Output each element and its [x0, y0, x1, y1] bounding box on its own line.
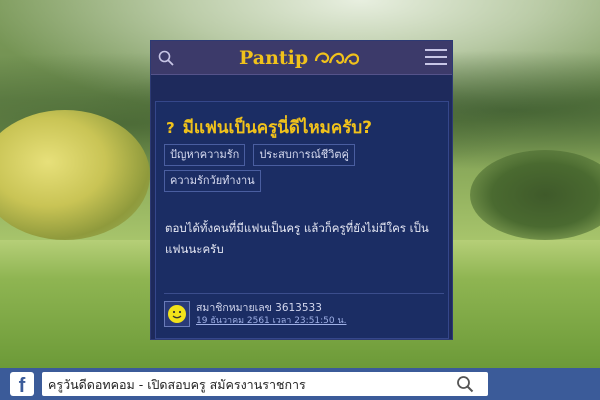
tag-love-problem[interactable]: ปัญหาความรัก	[164, 144, 246, 166]
divider	[164, 293, 444, 294]
hamburger-menu-icon[interactable]	[425, 49, 447, 65]
facebook-search-text: ครูวันดีดอทคอม - เปิดสอบครู สมัครงานราชก…	[48, 377, 306, 392]
author-info: สมาชิกหมายเลข 3613533 19 ธันวาคม 2561 เว…	[196, 302, 347, 327]
logo-mark-icon	[315, 52, 360, 65]
tag-couple-experience[interactable]: ประสบการณ์ชีวิตคู่	[253, 144, 355, 166]
post-timestamp[interactable]: 19 ธันวาคม 2561 เวลา 23:51:50 น.	[196, 315, 347, 327]
question-icon: ?	[166, 118, 175, 137]
pantip-logo[interactable]: Pantip	[239, 45, 362, 71]
facebook-search-field[interactable]: ครูวันดีดอทคอม - เปิดสอบครู สมัครงานราชก…	[42, 372, 488, 396]
facebook-icon[interactable]: f	[10, 372, 34, 396]
author-block: สมาชิกหมายเลข 3613533 19 ธันวาคม 2561 เว…	[164, 301, 347, 327]
topic-body: ตอบได้ทั้งคนที่มีแฟนเป็นครู แล้วก็ครูที่…	[165, 221, 429, 256]
author-name[interactable]: สมาชิกหมายเลข 3613533	[196, 302, 347, 315]
search-icon[interactable]	[456, 375, 474, 393]
logo-text: Pantip	[239, 47, 309, 69]
topic-tags: ปัญหาความรัก ประสบการณ์ชีวิตคู่ ความรักว…	[164, 144, 444, 192]
topic-box: ? มีแฟนเป็นครูนี่ดีไหมครับ? ปัญหาความรัก…	[155, 101, 449, 339]
search-icon[interactable]	[158, 50, 174, 66]
topic-title-row[interactable]: ? มีแฟนเป็นครูนี่ดีไหมครับ?	[166, 114, 372, 141]
avatar[interactable]	[164, 301, 190, 327]
pantip-header: Pantip	[151, 41, 452, 75]
pantip-mobile-card: Pantip ? มีแฟนเป็นครูนี่ดีไหมครับ? ปัญหา…	[150, 40, 453, 340]
topic-title[interactable]: มีแฟนเป็นครูนี่ดีไหมครับ?	[183, 114, 372, 141]
background-tree-right	[470, 150, 600, 240]
facebook-bar: f ครูวันดีดอทคอม - เปิดสอบครู สมัครงานรา…	[0, 368, 600, 400]
smiley-icon	[168, 305, 186, 323]
tag-working-age-love[interactable]: ความรักวัยทำงาน	[164, 170, 261, 192]
